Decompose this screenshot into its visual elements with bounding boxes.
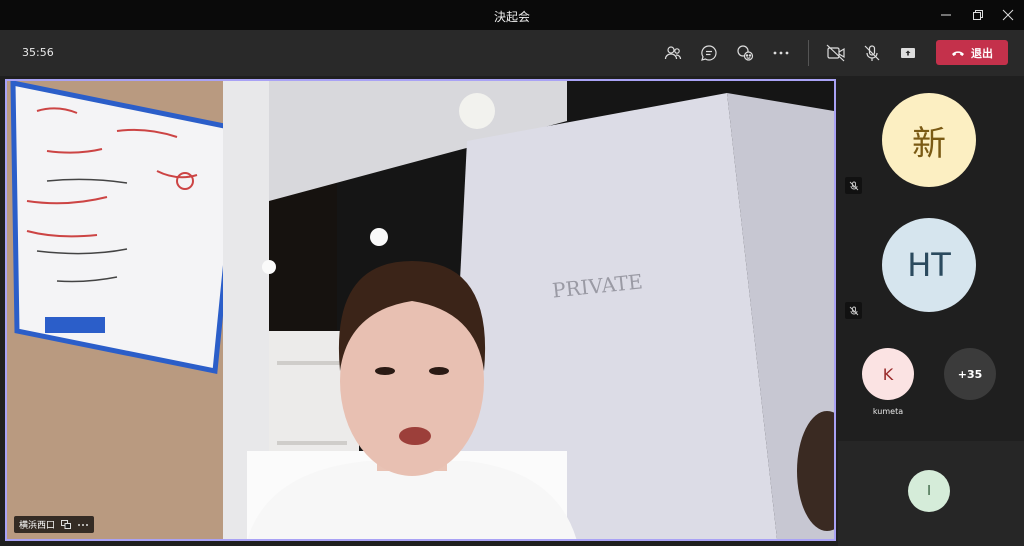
- camera-toggle-button[interactable]: [822, 39, 850, 67]
- more-options-icon[interactable]: [77, 523, 89, 527]
- participant-avatar[interactable]: K: [862, 348, 914, 400]
- camera-off-icon: [826, 44, 845, 62]
- participants-panel: 新 HT K kumeta +35 I: [838, 79, 1024, 546]
- title-bar: 決起会: [0, 0, 1024, 30]
- close-icon: [1002, 9, 1014, 21]
- meeting-toolbar: 35:56 退出: [0, 30, 1024, 76]
- hang-up-icon: [952, 50, 964, 56]
- participant-name: kumeta: [872, 407, 904, 416]
- speaker-name: 横浜西口: [19, 521, 56, 531]
- mic-off-icon: [849, 181, 858, 190]
- mic-toggle-button[interactable]: [858, 39, 886, 67]
- window-title: 決起会: [493, 10, 530, 24]
- more-participants-button[interactable]: +35: [944, 348, 996, 400]
- call-timer: 35:56: [22, 46, 54, 59]
- mic-off-icon: [849, 306, 858, 315]
- teams-meeting-window: 決起会 35:56 退出 PRIVATE 横浜西口 新 HT K kumeta …: [0, 0, 1024, 546]
- participant-avatar[interactable]: 新: [882, 93, 976, 187]
- toolbar-divider: [808, 40, 809, 66]
- main-video-feed[interactable]: PRIVATE 横浜西口: [5, 79, 836, 541]
- more-icon: [773, 51, 789, 55]
- chat-icon: [701, 45, 717, 61]
- participants-button[interactable]: [659, 39, 687, 67]
- share-screen-button[interactable]: [894, 39, 922, 67]
- close-button[interactable]: [992, 0, 1024, 30]
- self-view-area: I: [838, 441, 1024, 546]
- participant-muted-indicator: [845, 302, 862, 319]
- reactions-button[interactable]: [731, 39, 759, 67]
- whiteboard: [10, 81, 242, 374]
- participant-avatar[interactable]: HT: [882, 218, 976, 312]
- leave-label: 退出: [971, 46, 993, 60]
- reactions-icon: [737, 45, 754, 61]
- self-avatar[interactable]: I: [908, 470, 950, 512]
- leave-button[interactable]: 退出: [936, 40, 1008, 65]
- share-icon: [901, 48, 915, 58]
- participant-muted-indicator: [845, 177, 862, 194]
- mic-off-icon: [864, 45, 880, 61]
- minimize-icon: [941, 14, 951, 16]
- restore-icon: [973, 10, 983, 20]
- minimize-button[interactable]: [930, 0, 962, 30]
- more-actions-button[interactable]: [767, 39, 795, 67]
- chat-button[interactable]: [695, 39, 723, 67]
- screen-share-indicator-icon: [61, 520, 72, 529]
- restore-button[interactable]: [962, 0, 994, 30]
- participants-icon: [664, 46, 682, 60]
- video-scene: PRIVATE: [7, 81, 834, 539]
- speaker-name-badge: 横浜西口: [14, 516, 95, 533]
